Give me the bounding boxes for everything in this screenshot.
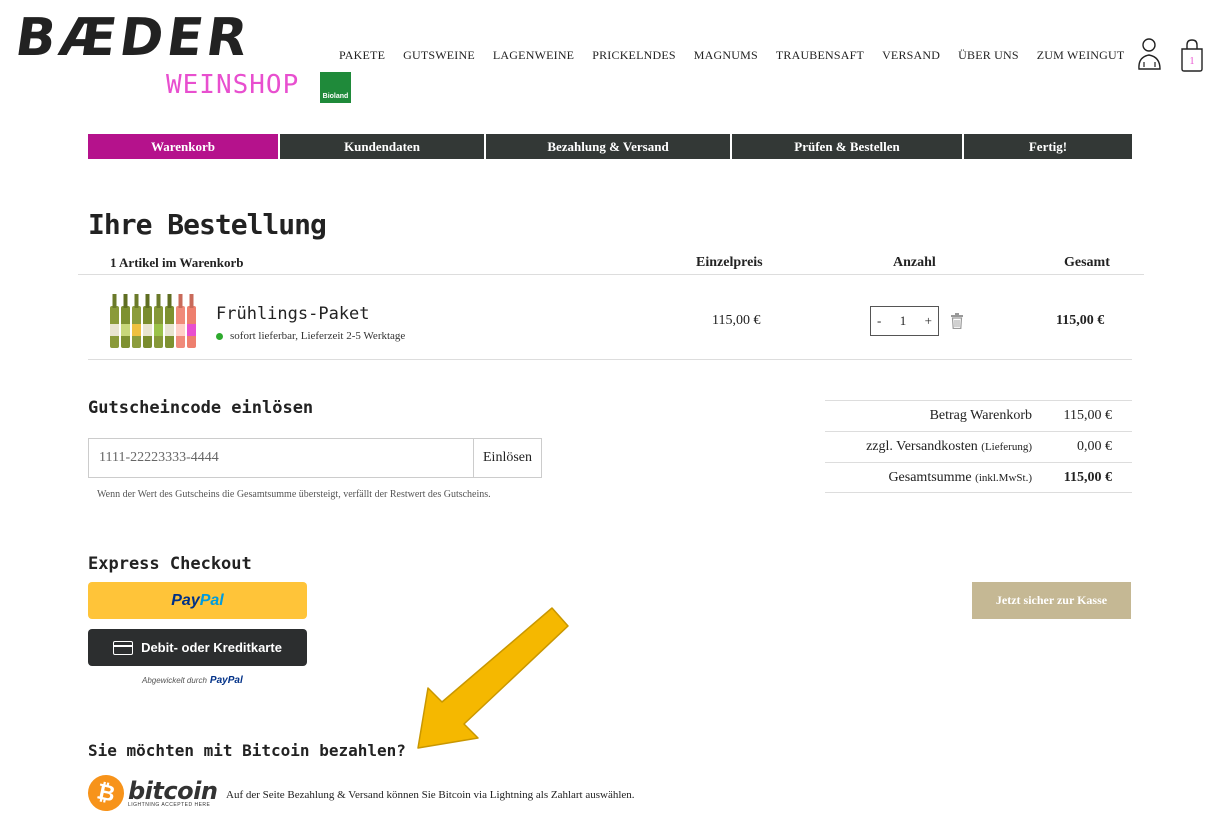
step-fertig[interactable]: Fertig! [964,134,1132,159]
annotation-arrow-icon [417,607,569,749]
step-warenkorb[interactable]: Warenkorb [88,134,278,159]
coupon-title: Gutscheincode einlösen [88,398,314,418]
nav-item-traubensaft[interactable]: TRAUBENSAFT [767,48,873,63]
summary-row-total: Gesamtsumme (inkl.MwSt.) 115,00 € [825,462,1132,493]
nav-item-pakete[interactable]: PAKETE [330,48,394,63]
summary-shipping-value: 0,00 € [1077,439,1112,454]
in-stock-dot-icon [216,332,223,340]
card-payment-button[interactable]: Debit- oder Kreditkarte [88,629,307,666]
nav-item-gutsweine[interactable]: GUTSWEINE [394,48,484,63]
qty-decrease-button[interactable]: - [877,313,881,329]
express-checkout-title: Express Checkout [88,554,252,574]
card-button-label: Debit- oder Kreditkarte [141,640,282,655]
trash-icon[interactable] [950,313,964,329]
bitcoin-wordmark: bitcoin LIGHTNING ACCEPTED HERE [128,776,218,808]
bitcoin-logo: ₿ bitcoin LIGHTNING ACCEPTED HERE [84,771,218,815]
bitcoin-title: Sie möchten mit Bitcoin bezahlen? [88,741,406,760]
checkout-steps: Warenkorb Kundendaten Bezahlung & Versan… [88,134,1132,159]
col-total-header: Gesamt [1064,255,1110,270]
step-kundendaten[interactable]: Kundendaten [280,134,484,159]
summary-shipping-label: zzgl. Versandkosten (Lieferung) [825,439,1060,455]
product-availability: sofort lieferbar, Lieferzeit 2-5 Werktag… [216,330,405,342]
step-pruefen-bestellen[interactable]: Prüfen & Bestellen [732,134,962,159]
summary-total-label: Gesamtsumme (inkl.MwSt.) [825,470,1060,486]
qty-increase-button[interactable]: + [925,313,932,329]
paypal-button[interactable]: Pay Pal [88,582,307,619]
coupon-input[interactable] [89,439,473,477]
bitcoin-slogan: LIGHTNING ACCEPTED HERE [128,801,211,808]
main-nav: PAKETE GUTSWEINE LAGENWEINE PRICKELNDES … [330,48,1133,63]
product-image[interactable] [108,292,198,348]
nav-item-magnums[interactable]: MAGNUMS [685,48,767,63]
step-bezahlung-versand[interactable]: Bezahlung & Versand [486,134,730,159]
processed-by-text: Abgewickelt durch [142,676,207,685]
bioland-badge: Bioland [320,72,351,103]
cart-count: 1 [1190,56,1195,67]
item-unit-price: 115,00 € [712,313,761,328]
summary-cart-label: Betrag Warenkorb [929,408,1032,423]
nav-item-versand[interactable]: VERSAND [873,48,949,63]
brand-logo[interactable]: BÆDER [12,8,255,68]
qty-value[interactable]: 1 [900,313,907,329]
bitcoin-icon: ₿ [84,771,128,815]
bitcoin-info-text: Auf der Seite Bezahlung & Versand können… [226,789,635,801]
product-name[interactable]: Frühlings-Paket [216,304,370,324]
shipping-label-note: (Lieferung) [981,441,1032,453]
nav-item-zum-weingut[interactable]: ZUM WEINGUT [1028,48,1134,63]
paypal-logo-pal: Pal [199,591,224,609]
checkout-button[interactable]: Jetzt sicher zur Kasse [972,582,1131,619]
col-qty-header: Anzahl [893,255,936,270]
page-title: Ihre Bestellung [88,208,327,241]
nav-item-ueber-uns[interactable]: ÜBER UNS [949,48,1028,63]
coupon-note: Wenn der Wert des Gutscheins die Gesamts… [97,489,491,500]
brand-subtitle: WEINSHOP [166,70,300,100]
nav-item-prickelndes[interactable]: PRICKELNDES [583,48,685,63]
user-account-icon[interactable] [1136,37,1164,73]
redeem-coupon-button[interactable]: Einlösen [473,439,541,477]
shipping-label-text: zzgl. Versandkosten [866,439,978,454]
cart-bag-icon[interactable]: 1 [1178,37,1206,73]
col-price-header: Einzelpreis [696,255,763,270]
total-label-note: (inkl.MwSt.) [975,471,1032,484]
order-summary: Betrag Warenkorb 115,00 € zzgl. Versandk… [825,400,1132,493]
cart-table-header: 1 Artikel im Warenkorb Einzelpreis Anzah… [78,255,1144,275]
processed-by-brand: PayPal [209,675,243,686]
item-total: 115,00 € [1056,313,1105,328]
nav-item-lagenweine[interactable]: LAGENWEINE [484,48,583,63]
summary-row-shipping: zzgl. Versandkosten (Lieferung) 0,00 € [825,431,1132,462]
availability-text: sofort lieferbar, Lieferzeit 2-5 Werktag… [230,330,406,342]
credit-card-icon [113,640,134,655]
cart-item-row: Frühlings-Paket sofort lieferbar, Liefer… [88,276,1132,360]
summary-total-value: 115,00 € [1063,469,1112,485]
bitcoin-word: bitcoin [128,776,218,805]
paypal-processed-note: Abgewickelt durch PayPal [142,675,243,686]
summary-cart-value: 115,00 € [1063,408,1112,423]
paypal-logo-pay: Pay [171,591,200,609]
total-label-text: Gesamtsumme [888,469,972,485]
items-count-label: 1 Artikel im Warenkorb [110,255,244,270]
coupon-form: Einlösen [88,438,542,478]
quantity-stepper: - 1 + [870,306,939,336]
summary-row-cart: Betrag Warenkorb 115,00 € [825,400,1132,431]
